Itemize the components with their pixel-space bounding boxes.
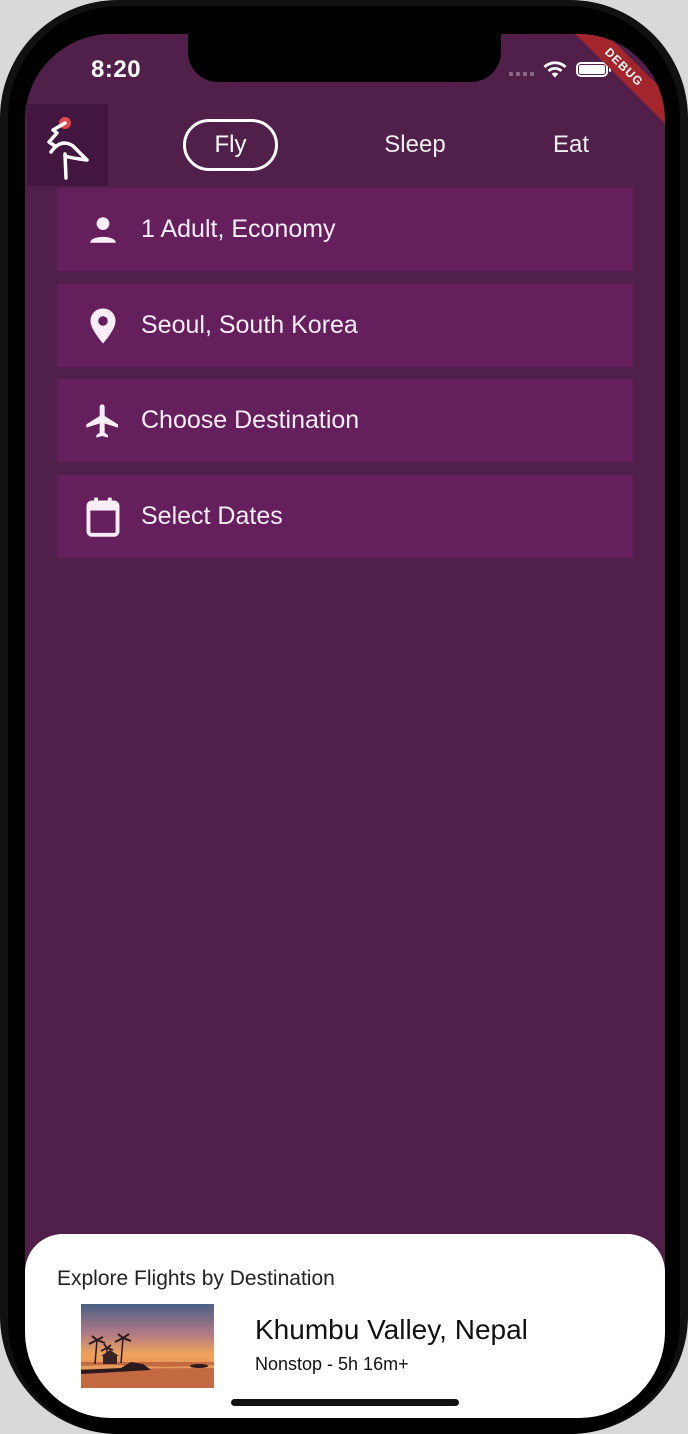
calendar-icon [82,496,124,538]
status-icons [509,56,611,82]
background-edge [0,30,10,50]
airplane-icon [82,400,124,442]
location-pin-icon [82,305,124,347]
app-screen: 8:20 DEBUG Fly Sleep Eat 1 Adult, Econom… [25,34,665,1418]
battery-icon [576,61,611,77]
crane-logo-icon [47,117,89,180]
top-navigation: Fly Sleep Eat [25,104,665,188]
explore-sheet: Explore Flights by Destination Khumbu Va… [25,1234,665,1418]
destination-thumbnail[interactable] [81,1304,214,1388]
travelers-label: 1 Adult, Economy [141,215,336,243]
home-indicator[interactable] [231,1399,459,1406]
tab-sleep[interactable]: Sleep [370,119,460,171]
status-time: 8:20 [91,56,142,83]
wifi-icon [543,61,567,78]
explore-title: Explore Flights by Destination [57,1267,335,1290]
dates-label: Select Dates [141,502,283,530]
destination-field[interactable]: Choose Destination [57,379,633,462]
destination-name[interactable]: Khumbu Valley, Nepal [255,1314,528,1346]
dates-field[interactable]: Select Dates [57,475,633,558]
tab-fly[interactable]: Fly [183,119,278,171]
travelers-field[interactable]: 1 Adult, Economy [57,188,633,271]
app-logo[interactable] [27,104,108,186]
destination-label: Choose Destination [141,406,360,434]
tab-eat[interactable]: Eat [541,119,601,171]
notch [188,34,501,82]
person-icon [82,209,124,251]
destination-flight-info: Nonstop - 5h 16m+ [255,1354,409,1374]
cellular-signal-icon [509,62,534,76]
origin-field[interactable]: Seoul, South Korea [57,284,633,367]
origin-label: Seoul, South Korea [141,311,358,339]
